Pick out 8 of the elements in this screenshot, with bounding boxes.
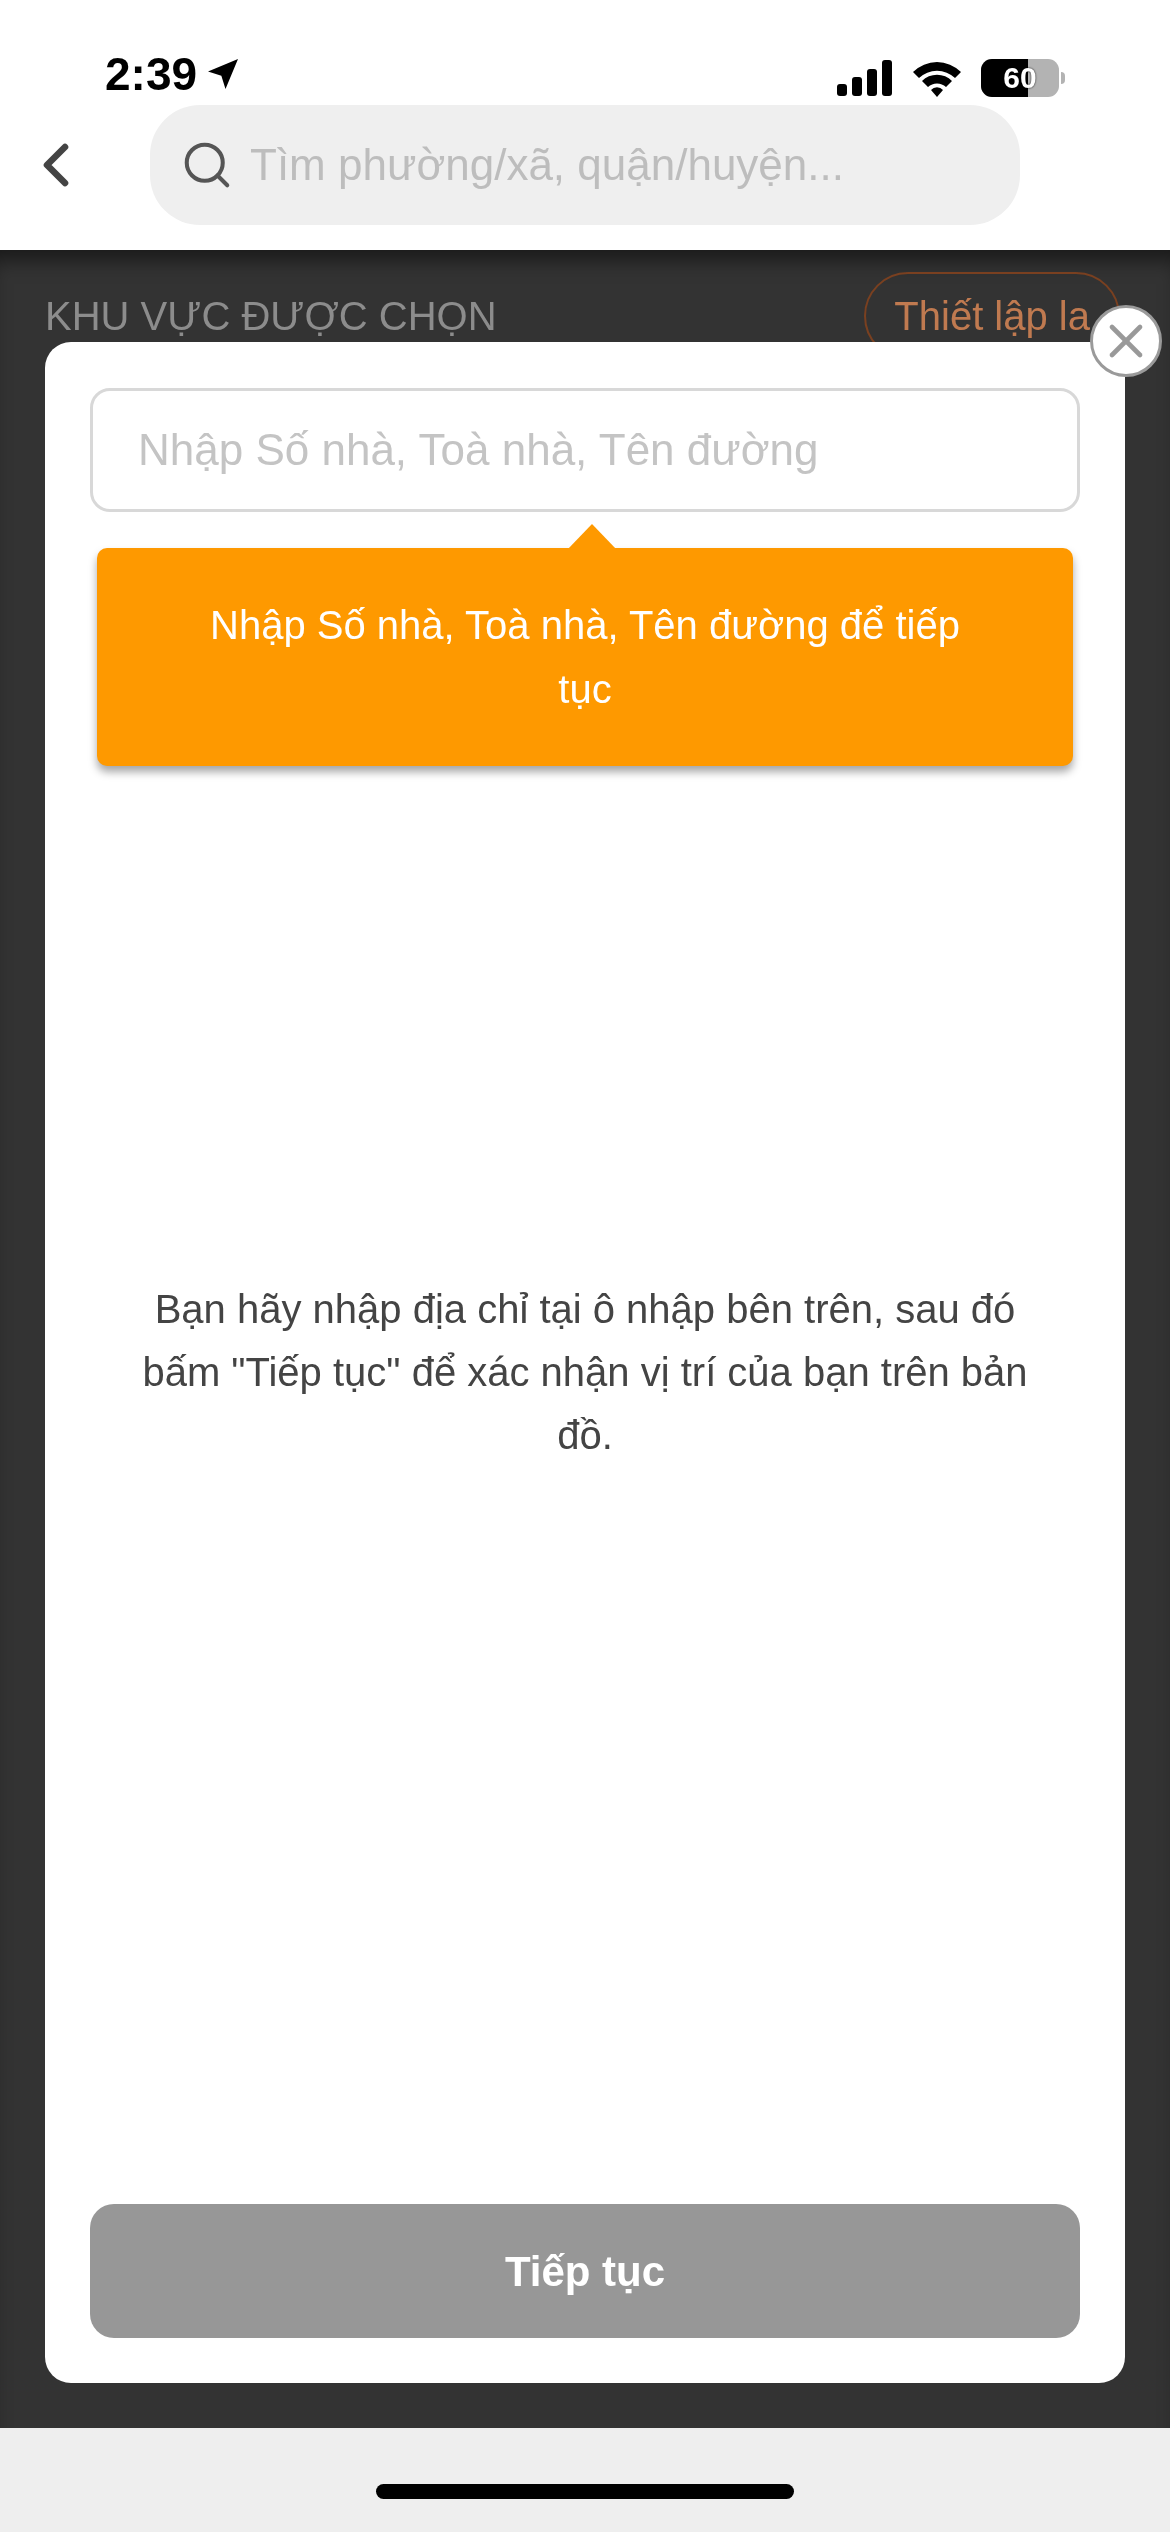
status-time: 2:39 bbox=[105, 51, 198, 97]
tooltip-arrow bbox=[567, 524, 617, 550]
instruction-text: Bạn hãy nhập địa chỉ tại ô nhập bên trên, sau đó bấm "Tiếp tục" để xác nhận vị trí của bạn trên bản đồ. bbox=[141, 1286, 1029, 1459]
wifi-icon bbox=[911, 59, 963, 97]
address-input-field[interactable]: Nhập Số nhà, Toà nhà, Tên đường bbox=[90, 388, 1080, 512]
signal-icon bbox=[837, 60, 893, 96]
validation-tooltip: Nhập Số nhà, Toà nhà, Tên đường để tiếp tục bbox=[97, 548, 1073, 766]
section-title: KHU VỰC ĐƯỢC CHỌN bbox=[45, 293, 497, 340]
